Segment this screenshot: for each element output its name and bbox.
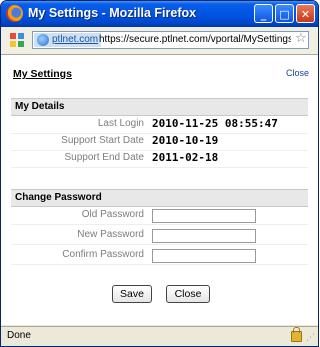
my-details-header: My Details	[11, 98, 308, 116]
status-bar: Done ⋰	[1, 326, 318, 346]
site-domain: ptlnet.com	[52, 34, 99, 45]
new-password-input[interactable]	[152, 229, 256, 243]
detail-label: Support End Date	[64, 152, 145, 163]
firefox-logo-icon	[6, 5, 23, 22]
window-title: My Settings - Mozilla Firefox	[28, 6, 197, 20]
close-link[interactable]: Close	[286, 68, 309, 78]
password-row: Old Password	[11, 208, 308, 225]
page-title: My Settings	[13, 68, 72, 80]
detail-value: 2010-10-19	[152, 134, 219, 147]
detail-row: Support Start Date 2010-10-19	[11, 134, 308, 151]
padlock-icon[interactable]	[291, 327, 302, 342]
url-text[interactable]: https://secure.ptlnet.com/vportal/MySett…	[99, 33, 291, 47]
old-password-input[interactable]	[152, 209, 256, 223]
resize-grip-icon[interactable]: ⋰	[306, 333, 315, 343]
page-content: My Settings Close My Details Last Login …	[1, 55, 318, 325]
old-password-label: Old Password	[81, 209, 144, 220]
browser-window: My Settings - Mozilla Firefox _ □ ✕ ptln…	[0, 0, 319, 347]
site-identity-button[interactable]: ptlnet.com	[34, 33, 102, 47]
new-password-label: New Password	[77, 229, 144, 240]
close-button[interactable]: Close	[166, 285, 210, 303]
save-button[interactable]: Save	[112, 285, 152, 303]
detail-row: Last Login 2010-11-25 08:55:47	[11, 117, 308, 134]
status-text: Done	[7, 330, 31, 341]
apps-grid-icon[interactable]	[10, 33, 24, 47]
maximize-button[interactable]: □	[275, 4, 294, 23]
detail-label: Last Login	[97, 118, 144, 129]
password-row: New Password	[11, 228, 308, 245]
detail-label: Support Start Date	[61, 135, 144, 146]
title-bar[interactable]: My Settings - Mozilla Firefox _ □ ✕	[1, 1, 318, 27]
detail-row: Support End Date 2011-02-18	[11, 151, 308, 168]
close-window-button[interactable]: ✕	[296, 4, 315, 23]
detail-value: 2010-11-25 08:55:47	[152, 117, 278, 130]
change-password-header: Change Password	[11, 189, 308, 207]
address-bar[interactable]: ptlnet.com https://secure.ptlnet.com/vpo…	[32, 31, 309, 49]
detail-value: 2011-02-18	[152, 151, 219, 164]
password-row: Confirm Password	[11, 248, 308, 265]
bookmark-star-icon[interactable]: ☆	[295, 31, 307, 46]
globe-icon	[37, 34, 49, 46]
confirm-password-label: Confirm Password	[62, 249, 144, 260]
confirm-password-input[interactable]	[152, 249, 256, 263]
minimize-button[interactable]: _	[254, 4, 273, 23]
